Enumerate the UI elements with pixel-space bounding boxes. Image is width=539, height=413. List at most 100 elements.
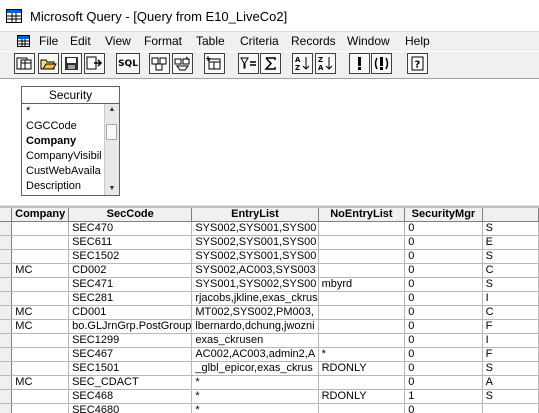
cell-securitymgr[interactable]: 0 xyxy=(404,347,483,362)
row-selector[interactable] xyxy=(0,389,13,404)
cell-securitymgr[interactable]: 0 xyxy=(404,235,483,250)
cell-next[interactable]: A xyxy=(482,375,539,390)
cell-seccode[interactable]: SEC467 xyxy=(68,347,193,362)
column-header-securitymgr[interactable]: SecurityMgr xyxy=(404,208,483,222)
table-row[interactable]: SEC611 SYS002,SYS001,SYS00 0 E xyxy=(0,235,539,250)
cell-securitymgr[interactable]: 0 xyxy=(404,277,483,292)
sort-ascending-button[interactable]: AZ xyxy=(292,53,313,74)
grid-corner[interactable] xyxy=(0,208,13,222)
cell-seccode[interactable]: SEC_CDACT xyxy=(68,375,193,390)
cell-entrylist[interactable]: SYS001,SYS002,SYS00 xyxy=(191,277,319,292)
row-selector[interactable] xyxy=(0,319,13,334)
cell-securitymgr[interactable]: 0 xyxy=(404,403,483,413)
menu-view[interactable]: View xyxy=(104,34,132,48)
cell-company[interactable] xyxy=(11,389,70,404)
field-list-scrollbar[interactable]: ▲ ▼ xyxy=(104,104,119,195)
row-selector[interactable] xyxy=(0,347,13,362)
menu-help[interactable]: Help xyxy=(404,34,431,48)
scroll-down-arrow-icon[interactable]: ▼ xyxy=(105,183,119,195)
menu-records[interactable]: Records xyxy=(290,34,337,48)
cell-entrylist[interactable]: _glbl_epicor,exas_ckrus xyxy=(191,361,319,376)
new-query-button[interactable] xyxy=(14,53,35,74)
show-criteria-button[interactable] xyxy=(172,53,193,74)
cell-entrylist[interactable]: * xyxy=(191,403,319,413)
cell-company[interactable]: MC xyxy=(11,375,70,390)
cell-entrylist[interactable]: SYS002,SYS001,SYS00 xyxy=(191,235,319,250)
help-button[interactable]: ? xyxy=(407,53,428,74)
cell-securitymgr[interactable]: 0 xyxy=(404,249,483,264)
column-header-noentrylist[interactable]: NoEntryList xyxy=(318,208,406,222)
cell-seccode[interactable]: SEC4680 xyxy=(68,403,193,413)
cell-company[interactable]: MC xyxy=(11,305,70,320)
cell-securitymgr[interactable]: 0 xyxy=(404,291,483,306)
cell-noentrylist[interactable]: * xyxy=(318,347,406,362)
cell-entrylist[interactable]: * xyxy=(191,389,319,404)
cell-noentrylist[interactable] xyxy=(318,263,406,278)
menu-window[interactable]: Window xyxy=(346,34,391,48)
row-selector[interactable] xyxy=(0,333,13,348)
cell-securitymgr[interactable]: 0 xyxy=(404,375,483,390)
scroll-up-arrow-icon[interactable]: ▲ xyxy=(105,104,119,116)
cell-next[interactable]: C xyxy=(482,305,539,320)
cell-company[interactable] xyxy=(11,221,70,236)
column-header-next[interactable] xyxy=(482,208,539,222)
cell-securitymgr[interactable]: 0 xyxy=(404,221,483,236)
cell-noentrylist[interactable] xyxy=(318,221,406,236)
cell-entrylist[interactable]: MT002,SYS002,PM003, xyxy=(191,305,319,320)
cell-noentrylist[interactable]: RDONLY xyxy=(318,361,406,376)
row-selector[interactable] xyxy=(0,403,13,413)
cell-seccode[interactable]: SEC611 xyxy=(68,235,193,250)
cell-next[interactable]: F xyxy=(482,347,539,362)
cell-company[interactable] xyxy=(11,347,70,362)
menu-format[interactable]: Format xyxy=(143,34,183,48)
cell-next[interactable]: I xyxy=(482,291,539,306)
add-tables-button[interactable] xyxy=(204,53,225,74)
cell-next[interactable]: E xyxy=(482,235,539,250)
cell-noentrylist[interactable] xyxy=(318,333,406,348)
field-list-item[interactable]: CustWebAvaila xyxy=(22,164,106,179)
menu-edit[interactable]: Edit xyxy=(69,34,92,48)
cell-noentrylist[interactable]: mbyrd xyxy=(318,277,406,292)
cell-company[interactable] xyxy=(11,235,70,250)
cell-next[interactable]: I xyxy=(482,333,539,348)
cell-noentrylist[interactable]: RDONLY xyxy=(318,389,406,404)
view-sql-button[interactable]: SQL xyxy=(116,53,140,74)
row-selector[interactable] xyxy=(0,249,13,264)
cell-noentrylist[interactable] xyxy=(318,305,406,320)
cell-noentrylist[interactable] xyxy=(318,291,406,306)
cell-seccode[interactable]: bo.GLJrnGrp.PostGroup xyxy=(68,319,193,334)
cell-seccode[interactable]: SEC1299 xyxy=(68,333,193,348)
cell-seccode[interactable]: CD002 xyxy=(68,263,193,278)
table-row[interactable]: MC CD001 MT002,SYS002,PM003, 0 C xyxy=(0,305,539,320)
child-window-menu-icon[interactable] xyxy=(17,35,30,47)
cell-entrylist[interactable]: exas_ckrusen xyxy=(191,333,319,348)
cell-seccode[interactable]: SEC471 xyxy=(68,277,193,292)
row-selector[interactable] xyxy=(0,291,13,306)
cell-company[interactable]: MC xyxy=(11,319,70,334)
cell-company[interactable] xyxy=(11,291,70,306)
cell-next[interactable]: S xyxy=(482,361,539,376)
menu-criteria[interactable]: Criteria xyxy=(239,34,280,48)
return-data-button[interactable] xyxy=(84,53,105,74)
query-now-button[interactable] xyxy=(349,53,370,74)
cell-seccode[interactable]: SEC470 xyxy=(68,221,193,236)
cell-noentrylist[interactable] xyxy=(318,249,406,264)
table-row[interactable]: MC CD002 SYS002,AC003,SYS003 0 C xyxy=(0,263,539,278)
cell-next[interactable] xyxy=(482,403,539,413)
field-list-item[interactable]: * xyxy=(22,104,106,119)
column-header-seccode[interactable]: SecCode xyxy=(68,208,193,222)
column-header-company[interactable]: Company xyxy=(11,208,70,222)
cell-securitymgr[interactable]: 0 xyxy=(404,319,483,334)
row-selector[interactable] xyxy=(0,361,13,376)
cell-company[interactable] xyxy=(11,277,70,292)
criteria-equals-button[interactable] xyxy=(238,53,259,74)
table-row[interactable]: SEC281 rjacobs,jkline,exas_ckrus 0 I xyxy=(0,291,539,306)
row-selector[interactable] xyxy=(0,375,13,390)
table-row[interactable]: SEC4680 * 0 xyxy=(0,403,539,413)
cell-securitymgr[interactable]: 0 xyxy=(404,305,483,320)
field-list-item[interactable]: CGCCode xyxy=(22,119,106,134)
cell-company[interactable] xyxy=(11,249,70,264)
menu-file[interactable]: File xyxy=(38,34,59,48)
cell-securitymgr[interactable]: 1 xyxy=(404,389,483,404)
cell-noentrylist[interactable] xyxy=(318,403,406,413)
